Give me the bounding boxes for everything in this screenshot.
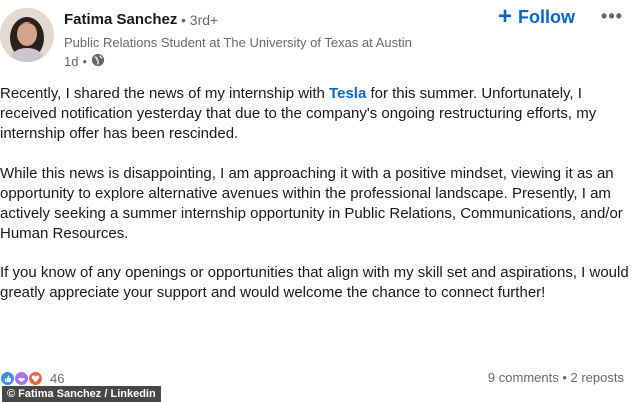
stats-separator: • [558,370,571,385]
post-paragraph: If you know of any openings or opportuni… [0,264,629,301]
follow-label: Follow [518,6,576,27]
plus-icon: + [498,3,513,30]
post-body: Recently, I shared the news of my intern… [0,84,630,303]
connection-degree: • 3rd+ [181,12,219,28]
more-options-button[interactable]: ••• [600,6,624,26]
avatar-photo [0,8,54,62]
avatar[interactable] [0,8,54,62]
post-paragraph: While this news is disappointing, I am a… [0,165,623,242]
post-meta: 1d • [64,53,105,69]
reposts-count-link[interactable]: 2 reposts [571,370,624,385]
reaction-count: 46 [50,370,65,386]
post-text: Recently, I shared the news of my intern… [0,85,330,102]
follow-button[interactable]: + Follow [498,4,575,30]
comments-count-link[interactable]: 9 comments [488,370,559,385]
author-name[interactable]: Fatima Sanchez [64,11,177,28]
support-icon [14,370,29,386]
post-time: 1d [64,53,79,69]
reactions-summary[interactable]: 46 [0,370,64,386]
meta-separator: • [82,53,88,69]
post-stats: 9 comments • 2 reposts [488,370,624,385]
love-icon [28,370,43,386]
image-credit: © Fatima Sanchez / Linkedin [2,386,161,402]
author-headline: Public Relations Student at The Universi… [64,35,412,50]
like-icon [0,370,15,386]
company-mention-link[interactable]: Tesla [329,85,366,102]
post-paragraph: Recently, I shared the news of my intern… [0,84,630,144]
globe-icon [91,53,105,70]
